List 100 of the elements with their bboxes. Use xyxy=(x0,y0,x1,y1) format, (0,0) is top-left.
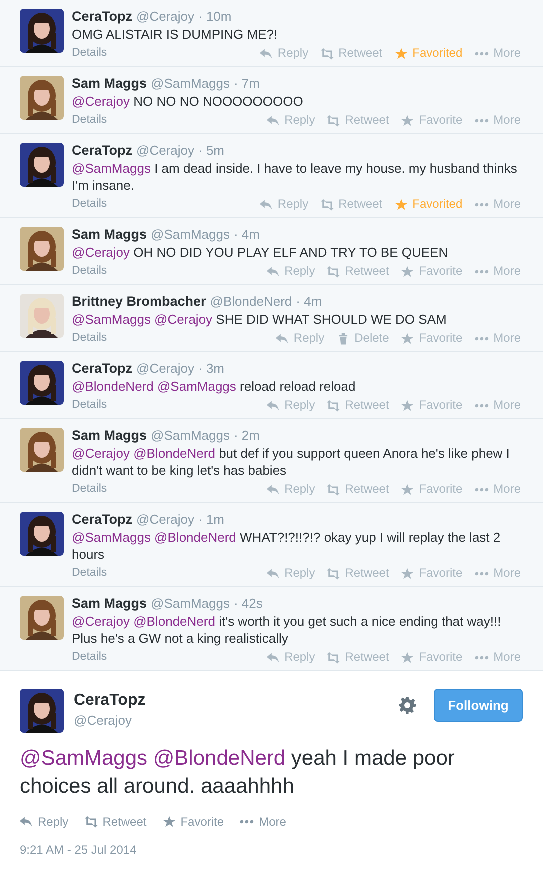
tweet-row[interactable]: CeraTopz @Cerajoy · 5m @SamMaggs I am dead inside. I have to leave my house. my husband thinks I'm insane. Details Reply Retweet Favorited More xyxy=(0,134,543,218)
author-handle[interactable]: @SamMaggs xyxy=(151,596,230,612)
favorite-action[interactable]: Favorite xyxy=(401,482,463,497)
reply-action[interactable]: Reply xyxy=(266,264,316,279)
tweet-time[interactable]: · 42s xyxy=(234,596,263,612)
more-icon xyxy=(474,404,489,408)
retweet-action[interactable]: Retweet xyxy=(327,264,390,279)
more-action[interactable]: More xyxy=(474,566,521,581)
author-name[interactable]: CeraTopz xyxy=(72,143,133,159)
settings-icon[interactable] xyxy=(399,697,416,714)
details-link[interactable]: Details xyxy=(72,650,108,665)
reply-action[interactable]: Reply xyxy=(266,566,316,581)
more-action[interactable]: More xyxy=(474,398,521,413)
details-link[interactable]: Details xyxy=(72,197,108,212)
favorite-action[interactable]: Favorite xyxy=(401,398,463,413)
author-name[interactable]: CeraTopz xyxy=(74,691,389,711)
favorite-action[interactable]: Favorite xyxy=(401,264,463,279)
tweet-row[interactable]: CeraTopz @Cerajoy · 1m @SamMaggs @BlondeNerd WHAT?!?!!?!? okay yup I will replay the last 2 hours Details Reply Retweet Favorite More xyxy=(0,503,543,587)
retweet-action[interactable]: Retweet xyxy=(327,398,390,413)
tweet-timestamp[interactable]: 9:21 AM - 25 Jul 2014 xyxy=(20,841,523,859)
author-handle[interactable]: @Cerajoy xyxy=(74,711,389,730)
author-name[interactable]: CeraTopz xyxy=(72,9,133,25)
author-name[interactable]: CeraTopz xyxy=(72,361,133,377)
retweet-icon xyxy=(84,816,98,828)
retweet-action[interactable]: Retweet xyxy=(327,650,390,665)
author-name[interactable]: Sam Maggs xyxy=(72,227,148,243)
more-action[interactable]: More xyxy=(474,650,521,665)
tweet-time[interactable]: · 2m xyxy=(234,428,260,444)
tweet-time[interactable]: · 4m xyxy=(296,294,322,310)
following-button[interactable]: Following xyxy=(434,689,523,722)
details-link[interactable]: Details xyxy=(72,331,108,346)
more-action[interactable]: More xyxy=(474,331,521,346)
tweet-row[interactable]: Sam Maggs @SamMaggs · 7m @Cerajoy NO NO NO NOOOOOOOOO Details Reply Retweet Favorite More xyxy=(0,67,543,134)
tweet-row[interactable]: Brittney Brombacher @BlondeNerd · 4m @SamMaggs @Cerajoy SHE DID WHAT SHOULD WE DO SAM Details Reply Delete Favorite More xyxy=(0,285,543,352)
more-action[interactable]: More xyxy=(474,113,521,128)
tweet-time[interactable]: · 10m xyxy=(198,9,232,25)
author-handle[interactable]: @Cerajoy xyxy=(136,143,195,159)
tweet-time[interactable]: · 4m xyxy=(234,227,260,243)
star-icon xyxy=(401,332,414,344)
author-name[interactable]: Sam Maggs xyxy=(72,76,148,92)
favorite-action[interactable]: Favorite xyxy=(401,331,463,346)
author-name[interactable]: CeraTopz xyxy=(72,512,133,528)
favorite-action[interactable]: Favorite xyxy=(401,650,463,665)
tweet-row[interactable]: Sam Maggs @SamMaggs · 42s @Cerajoy @BlondeNerd it's worth it you get such a nice ending that way!!! Plus he's a GW not a king realistically Details Reply Retweet Favorite More xyxy=(0,587,543,671)
author-handle[interactable]: @SamMaggs xyxy=(151,428,230,444)
tweet-row[interactable]: Sam Maggs @SamMaggs · 4m @Cerajoy OH NO DID YOU PLAY ELF AND TRY TO BE QUEEN Details Reply Retweet Favorite More xyxy=(0,218,543,285)
reply-icon xyxy=(20,816,33,828)
reply-action[interactable]: Reply xyxy=(266,398,316,413)
tweet-time[interactable]: · 1m xyxy=(198,512,225,528)
author-handle[interactable]: @Cerajoy xyxy=(136,512,195,528)
details-link[interactable]: Details xyxy=(72,482,108,497)
details-link[interactable]: Details xyxy=(72,264,108,279)
more-action[interactable]: More xyxy=(474,46,521,61)
favorite-action[interactable]: Favorite xyxy=(401,566,463,581)
details-link[interactable]: Details xyxy=(72,398,108,413)
more-action[interactable]: More xyxy=(474,197,521,212)
more-action[interactable]: More xyxy=(474,264,521,279)
author-name[interactable]: Sam Maggs xyxy=(72,596,148,612)
retweet-icon xyxy=(320,48,334,60)
retweet-action[interactable]: Retweet xyxy=(320,46,383,61)
retweet-action[interactable]: Retweet xyxy=(327,566,390,581)
reply-action[interactable]: Reply xyxy=(266,650,316,665)
tweet-row[interactable]: CeraTopz @Cerajoy · 3m @BlondeNerd @SamMaggs reload reload reload Details Reply Retweet Favorite More xyxy=(0,352,543,419)
retweet-icon xyxy=(320,198,334,210)
retweet-action[interactable]: Retweet xyxy=(320,197,383,212)
reply-action[interactable]: Reply xyxy=(276,331,325,346)
more-action[interactable]: More xyxy=(240,813,286,831)
details-link[interactable]: Details xyxy=(72,113,108,128)
author-name[interactable]: Brittney Brombacher xyxy=(72,294,206,310)
details-link[interactable]: Details xyxy=(72,46,108,61)
author-handle[interactable]: @SamMaggs xyxy=(151,76,230,92)
author-name[interactable]: Sam Maggs xyxy=(72,428,148,444)
retweet-action[interactable]: Retweet xyxy=(84,813,147,831)
retweet-icon xyxy=(327,266,340,278)
delete-action[interactable]: Delete xyxy=(336,331,390,346)
author-handle[interactable]: @BlondeNerd xyxy=(210,294,292,310)
author-handle[interactable]: @SamMaggs xyxy=(151,227,230,243)
favorite-action[interactable]: Favorite xyxy=(401,113,463,128)
author-handle[interactable]: @Cerajoy xyxy=(136,9,195,25)
reply-action[interactable]: Reply xyxy=(266,113,316,128)
star-icon xyxy=(401,568,414,580)
retweet-action[interactable]: Retweet xyxy=(327,113,390,128)
reply-icon xyxy=(266,400,280,412)
reply-action[interactable]: Reply xyxy=(260,46,309,61)
reply-action[interactable]: Reply xyxy=(20,813,69,831)
tweet-time[interactable]: · 5m xyxy=(198,143,225,159)
favorite-action[interactable]: Favorite xyxy=(162,813,224,831)
details-link[interactable]: Details xyxy=(72,566,108,581)
retweet-action[interactable]: Retweet xyxy=(327,482,390,497)
favorite-action[interactable]: Favorited xyxy=(394,197,463,212)
reply-action[interactable]: Reply xyxy=(260,197,309,212)
reply-action[interactable]: Reply xyxy=(266,482,316,497)
tweet-row[interactable]: Sam Maggs @SamMaggs · 2m @Cerajoy @BlondeNerd but def if you support queen Anora he's like phew I didn't want to be king let's has babies Details Reply Retweet Favorite More xyxy=(0,419,543,503)
more-action[interactable]: More xyxy=(474,482,521,497)
tweet-time[interactable]: · 3m xyxy=(198,361,225,377)
tweet-text: @SamMaggs @BlondeNerd WHAT?!?!!?!? okay yup I will replay the last 2 hours xyxy=(72,529,502,563)
author-handle[interactable]: @Cerajoy xyxy=(136,361,195,377)
favorite-action[interactable]: Favorited xyxy=(394,46,463,61)
tweet-row[interactable]: CeraTopz @Cerajoy · 10m OMG ALISTAIR IS DUMPING ME?! Details Reply Retweet Favorited More xyxy=(0,0,543,67)
tweet-time[interactable]: · 7m xyxy=(234,76,260,92)
